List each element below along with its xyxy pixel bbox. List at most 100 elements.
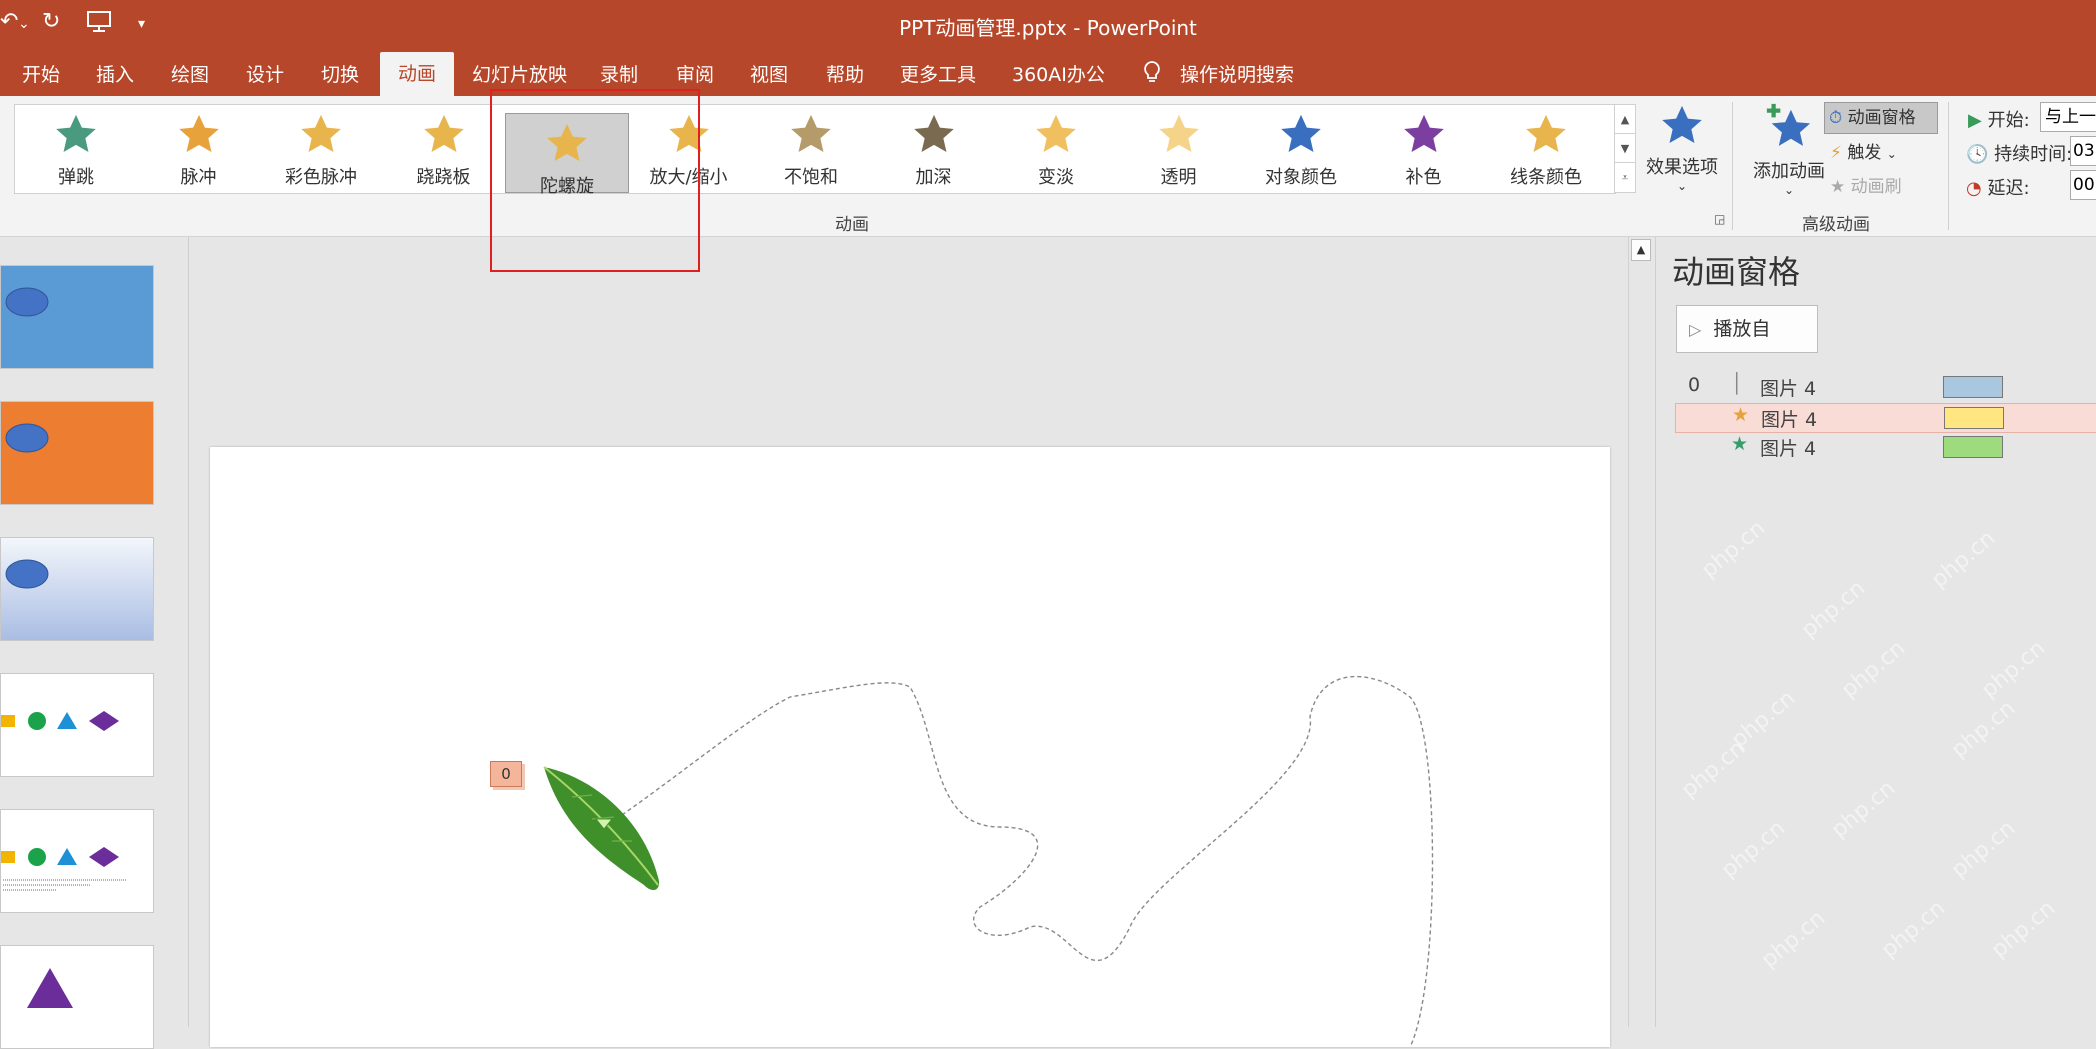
group-label-animation: 动画 bbox=[835, 215, 869, 235]
tab-more-tools[interactable]: 更多工具 bbox=[900, 60, 976, 87]
star-icon bbox=[1281, 114, 1321, 153]
timing-bar[interactable] bbox=[1943, 436, 2003, 458]
play-icon: ▶ bbox=[1968, 110, 1982, 131]
start-select[interactable]: 与上一 bbox=[2040, 102, 2096, 132]
delay-input[interactable]: 00 bbox=[2070, 170, 2096, 200]
animation-effect-label: 变淡 bbox=[1038, 167, 1074, 188]
animation-list-item[interactable]: ★ 图片 4 bbox=[1675, 403, 2096, 433]
slide-thumbnail[interactable] bbox=[0, 673, 154, 777]
play-from-button[interactable]: ▷ 播放自 bbox=[1676, 305, 1818, 353]
tab-home[interactable]: 开始 bbox=[22, 60, 60, 87]
painter-icon: ★ bbox=[1830, 177, 1846, 197]
animation-effect-11[interactable]: 补色 bbox=[1363, 105, 1485, 191]
play-from-label: 播放自 bbox=[1713, 318, 1771, 340]
leaf-picture[interactable] bbox=[532, 757, 672, 897]
dialog-launcher-icon[interactable]: ◲ bbox=[1714, 212, 1725, 226]
highlight-box bbox=[490, 89, 700, 272]
slide-thumbnails bbox=[0, 237, 189, 1049]
tab-insert[interactable]: 插入 bbox=[96, 60, 134, 87]
animation-effect-1[interactable]: 脉冲 bbox=[138, 105, 260, 191]
watermark-text: php.cn bbox=[1716, 815, 1791, 884]
animation-effect-3[interactable]: 跷跷板 bbox=[383, 105, 505, 191]
scroll-up-arrow[interactable]: ▲ bbox=[1631, 239, 1651, 261]
slide-thumbnail[interactable] bbox=[0, 809, 154, 913]
animation-order-tag[interactable]: 0 bbox=[490, 761, 522, 787]
animation-effect-label: 对象颜色 bbox=[1265, 167, 1337, 188]
tab-animations[interactable]: 动画 bbox=[380, 52, 455, 96]
watermark-text: php.cn bbox=[1876, 895, 1951, 964]
ribbon-divider bbox=[1732, 102, 1733, 230]
gallery-scroll-down[interactable]: ▼ bbox=[1614, 133, 1636, 164]
tab-view[interactable]: 视图 bbox=[750, 60, 788, 87]
tab-draw[interactable]: 绘图 bbox=[171, 60, 209, 87]
animation-pane-icon: ⏱ bbox=[1829, 108, 1843, 128]
watermark-text: php.cn bbox=[1676, 735, 1751, 804]
slide-thumbnail[interactable] bbox=[0, 945, 154, 1049]
animation-effect-label: 补色 bbox=[1405, 167, 1442, 188]
star-icon: ★ bbox=[1732, 404, 1750, 426]
start-label: 开始: bbox=[1987, 110, 2030, 131]
gallery-scroll-up[interactable]: ▲ bbox=[1614, 104, 1636, 135]
effect-options-icon bbox=[1662, 105, 1702, 144]
item-name: 图片 4 bbox=[1760, 378, 1817, 400]
tab-slideshow[interactable]: 幻灯片放映 bbox=[472, 60, 567, 87]
animation-pane-button[interactable]: ⏱ 动画窗格 bbox=[1824, 102, 1938, 134]
timing-bar[interactable] bbox=[1944, 407, 2004, 429]
motion-path[interactable] bbox=[210, 447, 1610, 1047]
animation-effect-9[interactable]: 透明 bbox=[1118, 105, 1240, 191]
animation-effect-10[interactable]: 对象颜色 bbox=[1240, 105, 1362, 191]
star-icon bbox=[1403, 114, 1444, 153]
watermark-text: php.cn bbox=[1836, 635, 1911, 704]
animation-effect-label: 脉冲 bbox=[180, 167, 217, 188]
animation-effect-0[interactable]: 弹跳 bbox=[15, 105, 137, 191]
slide-thumbnail[interactable] bbox=[0, 401, 154, 505]
editor-scrollbar[interactable]: ▲ bbox=[1628, 237, 1651, 1027]
animation-painter-button[interactable]: ★ 动画刷 bbox=[1830, 172, 1902, 197]
animation-list-item[interactable]: 0 │ 图片 4 bbox=[1675, 373, 2096, 401]
animation-effect-12[interactable]: 线条颜色 bbox=[1485, 105, 1607, 191]
path-icon: │ bbox=[1731, 373, 1743, 395]
delay-row: ◔ 延迟: bbox=[1966, 174, 2030, 200]
trigger-button[interactable]: ⚡ 触发 ⌄ bbox=[1830, 138, 1897, 163]
slide-editor: 0 bbox=[189, 237, 1629, 1047]
animation-effect-2[interactable]: 彩色脉冲 bbox=[260, 105, 382, 191]
ribbon-tabs: 开始 插入 绘图 设计 切换 动画 幻灯片放映 录制 审阅 视图 帮助 更多工具… bbox=[0, 50, 2096, 96]
tab-360ai[interactable]: 360AI办公 bbox=[1012, 60, 1105, 87]
effect-options-button[interactable]: 效果选项 ⌄ bbox=[1642, 104, 1722, 193]
animation-effect-7[interactable]: 加深 bbox=[873, 105, 995, 191]
add-animation-icon bbox=[1766, 103, 1811, 146]
window-title: PPT动画管理.pptx - PowerPoint bbox=[899, 16, 1197, 40]
chevron-down-icon: ⌄ bbox=[1886, 147, 1897, 161]
tab-design[interactable]: 设计 bbox=[246, 60, 284, 87]
animation-gallery: 弹跳 脉冲 彩色脉冲 跷跷板 陀螺旋 放大/缩小 不饱和 加深 变淡 透明 对象颜色 补色 线条颜色 bbox=[14, 104, 1616, 197]
tab-review[interactable]: 审阅 bbox=[676, 60, 714, 87]
duration-input[interactable]: 03 bbox=[2070, 136, 2096, 166]
tab-record[interactable]: 录制 bbox=[600, 60, 638, 87]
tab-help[interactable]: 帮助 bbox=[826, 60, 864, 87]
slide-canvas[interactable]: 0 bbox=[210, 447, 1610, 1047]
lightbulb-icon bbox=[1142, 60, 1162, 89]
watermark-text: php.cn bbox=[1946, 815, 2021, 884]
play-icon: ▷ bbox=[1689, 320, 1702, 339]
tab-transitions[interactable]: 切换 bbox=[321, 60, 359, 87]
chevron-down-icon: ⌄ bbox=[1783, 183, 1795, 197]
search-box[interactable]: 操作说明搜索 bbox=[1180, 60, 1294, 87]
animation-effect-8[interactable]: 变淡 bbox=[995, 105, 1117, 191]
slide-thumbnail[interactable] bbox=[0, 537, 154, 641]
item-name: 图片 4 bbox=[1761, 409, 1818, 431]
timing-bar[interactable] bbox=[1943, 376, 2003, 398]
watermark-text: php.cn bbox=[1926, 525, 2001, 594]
add-animation-button[interactable]: 添加动画 ⌄ bbox=[1744, 102, 1834, 197]
chevron-down-icon: ⌄ bbox=[1676, 179, 1688, 193]
add-animation-label: 添加动画 bbox=[1753, 161, 1825, 182]
watermark-text: php.cn bbox=[1946, 695, 2021, 764]
gallery-more[interactable]: ⩡ bbox=[1614, 162, 1636, 193]
watermark-text: php.cn bbox=[1796, 575, 1871, 644]
delay-label: 延迟: bbox=[1987, 178, 2030, 199]
animation-effect-6[interactable]: 不饱和 bbox=[750, 105, 872, 191]
animation-list-item[interactable]: ★ 图片 4 bbox=[1675, 433, 2096, 461]
watermark-text: php.cn bbox=[1986, 895, 2061, 964]
slide-thumbnail[interactable] bbox=[0, 265, 154, 369]
delay-icon: ◔ bbox=[1966, 178, 1982, 199]
star-icon bbox=[301, 114, 341, 153]
